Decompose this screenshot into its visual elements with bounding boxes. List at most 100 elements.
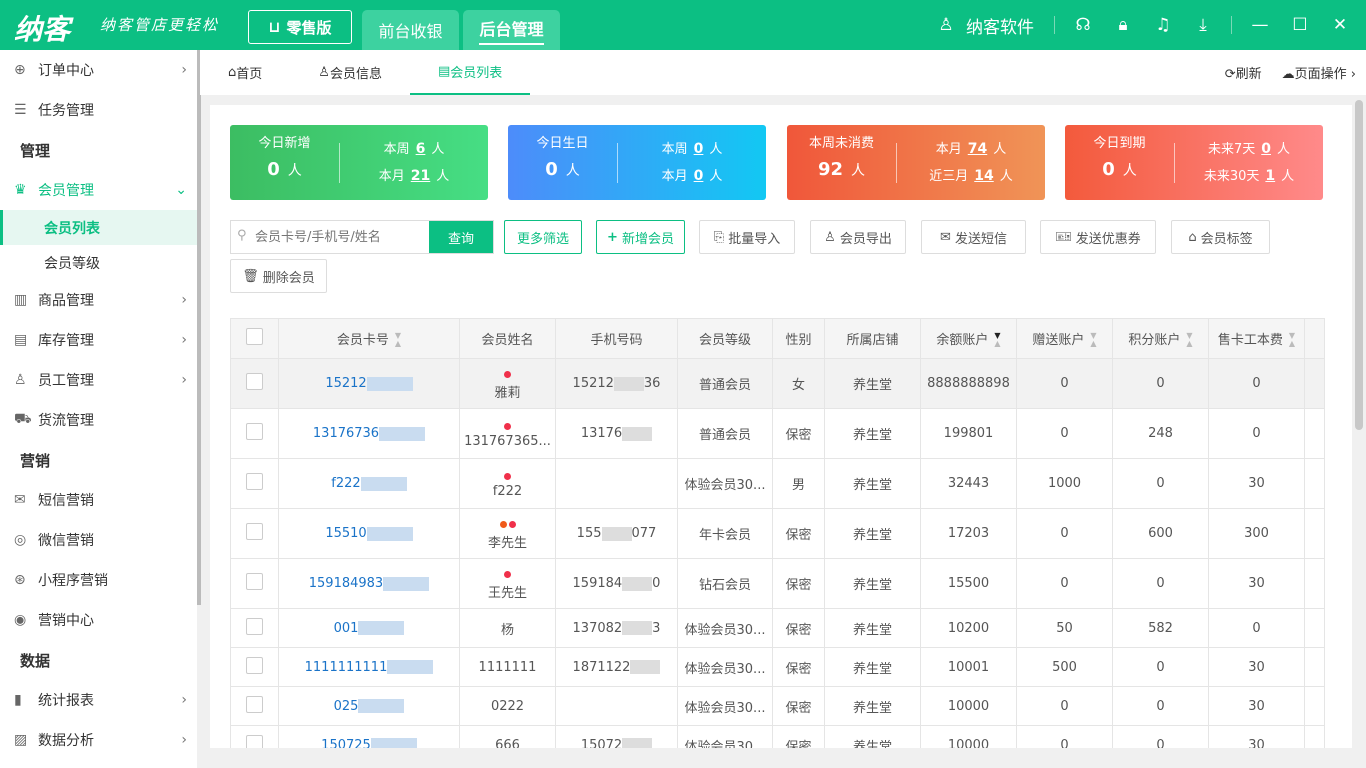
member-tag-button[interactable]: ⌂ 会员标签 [1171,220,1270,254]
scroll-thumb[interactable] [1355,100,1363,430]
sidebar-item[interactable]: ◎ 微信营销 [0,520,197,560]
stat-value[interactable]: 0 [694,141,704,157]
sidebar-item[interactable]: ▨ 数据分析 › [0,720,197,760]
sidebar-subitem[interactable]: 会员列表 [0,210,197,245]
stat-card[interactable]: 今日到期 0 人 未来7天 0 人 未来30天 1 人 [1065,125,1323,200]
table-row[interactable]: 001 杨 137082 3 体验会员30... 保密 养生堂 10200 50 … [230,608,1325,648]
tab-backend[interactable]: 后台管理 [463,10,560,50]
batch-import-button[interactable]: ⎘ 批量导入 [699,220,795,254]
page-ops-button[interactable]: ☁页面操作 › [1282,63,1356,82]
crown-icon: ♛ [14,182,27,198]
stat-value[interactable]: 21 [411,168,430,184]
export-button[interactable]: ♙ 会员导出 [810,220,906,254]
card-no-link[interactable]: f222 [331,476,360,491]
refresh-button[interactable]: ⟳刷新 [1225,63,1262,82]
stat-card[interactable]: 本周未消费 92 人 本月 74 人 近三月 14 人 [787,125,1045,200]
card-no-link[interactable]: 150725 [321,738,371,749]
select-all-checkbox[interactable] [246,328,263,345]
card-no-link[interactable]: 15212 [325,376,366,391]
tab-member-list[interactable]: ▤ 会员列表 [409,50,531,95]
row-checkbox[interactable] [246,523,263,540]
row-checkbox[interactable] [246,573,263,590]
tab-member-info[interactable]: ♙ 会员信息 [290,50,410,95]
sort-icon[interactable]: ▼ ▲ [994,332,1000,348]
sidebar-item[interactable]: ▥ 商品管理 › [0,280,197,320]
row-checkbox[interactable] [246,617,263,635]
stat-value[interactable]: 0 [1261,141,1271,157]
more-filter-button[interactable]: 更多筛选 [504,220,582,254]
download-icon[interactable]: ⤓ [1183,15,1223,35]
send-coupon-button[interactable]: 🎫︎ 发送优惠券 [1040,220,1156,254]
stat-value[interactable]: 1 [1265,168,1275,184]
card-no-link[interactable]: 15510 [325,526,366,541]
stat-card[interactable]: 今日新增 0 人 本周 6 人 本月 21 人 [230,125,488,200]
row-checkbox[interactable] [246,473,263,490]
user-icon[interactable]: ♙ [926,15,966,35]
stat-value[interactable]: 6 [416,141,426,157]
add-member-button[interactable]: + 新增会员 [596,220,685,254]
minimize-icon[interactable]: — [1240,15,1280,35]
column-header[interactable]: 积分账户 ▼ ▲ [1112,318,1209,359]
stat-value[interactable]: 14 [974,168,993,184]
card-no-link[interactable]: 001 [334,621,359,636]
table-row[interactable]: 15212 雅莉 15212 36 普通会员 女 养生堂 8888888898 0… [230,358,1325,409]
edition-button[interactable]: ⊔ 零售版 [248,10,352,44]
sort-icon[interactable]: ▼ ▲ [395,332,401,348]
sidebar-item[interactable]: ☰ 任务管理 [0,90,197,130]
maximize-icon[interactable]: ☐ [1280,15,1320,35]
column-header[interactable]: 售卡工本费 ▼ ▲ [1208,318,1305,359]
row-checkbox[interactable] [246,373,263,390]
sidebar-item[interactable]: ⛟ 货流管理 [0,400,197,440]
table-row[interactable]: 025 0222 体验会员30... 保密 养生堂 10000 0 0 30 [230,686,1325,726]
tab-home[interactable]: ⌂ 首页 [200,50,290,95]
tab-front-cashier[interactable]: 前台收银 [362,10,459,50]
row-checkbox[interactable] [246,695,263,713]
column-header[interactable]: 会员卡号 ▼ ▲ [278,318,460,359]
main-scrollbar[interactable] [1352,95,1366,768]
sidebar-item[interactable]: ▮ 统计报表 › [0,680,197,720]
bell-icon[interactable]: ♫ [1143,15,1183,35]
table-row[interactable]: 159184983 王先生 159184 0 钻石会员 保密 养生堂 15500 … [230,558,1325,609]
phone: 155 [576,526,602,541]
sidebar-item[interactable]: ✉ 短信营销 [0,480,197,520]
sidebar-item[interactable]: ⊛ 小程序营销 [0,560,197,600]
column-header[interactable]: 赠送账户 ▼ ▲ [1016,318,1113,359]
headset-icon[interactable]: ☊ [1063,15,1103,35]
card-no-link[interactable]: 1111111111 [305,660,388,675]
close-icon[interactable]: ✕ [1320,15,1360,35]
card-no-link[interactable]: 159184983 [309,576,383,591]
query-button[interactable]: 查询 [429,221,493,253]
sidebar-scrollbar[interactable] [197,50,201,605]
search-input[interactable] [231,221,429,253]
row-checkbox[interactable] [246,734,263,748]
sidebar-subitem[interactable]: 会员等级 [0,245,197,280]
table-row[interactable]: 15510 李先生 155 077 年卡会员 保密 养生堂 17203 0 600… [230,508,1325,559]
label: 删除会员 [262,270,315,286]
user-name[interactable]: 纳客软件 [966,13,1034,38]
delete-member-button[interactable]: 🗑︎ 删除会员 [230,259,327,293]
stat-card[interactable]: 今日生日 0 人 本周 0 人 本月 0 人 [508,125,766,200]
sort-icon[interactable]: ▼ ▲ [1186,332,1192,348]
sidebar-item[interactable]: ▤ 库存管理 › [0,320,197,360]
row-checkbox[interactable] [246,656,263,674]
sort-icon[interactable]: ▼ ▲ [1289,332,1295,348]
sidebar-item[interactable]: ♙ 员工管理 › [0,360,197,400]
card-no-link[interactable]: 13176736 [313,426,379,441]
stat-value[interactable]: 74 [968,141,987,157]
table-row[interactable]: 13176736 131767365... 13176 普通会员 保密 养生堂 … [230,408,1325,459]
send-sms-button[interactable]: ✉ 发送短信 [921,220,1026,254]
table-row[interactable]: f222 f222 体验会员30... 男 养生堂 32443 1000 0 3… [230,458,1325,509]
row-checkbox[interactable] [246,423,263,440]
redaction [360,476,407,491]
lock-icon[interactable]: 🔒︎ [1103,15,1143,35]
table-row[interactable]: 150725 666 15072 体验会员30... 保密 养生堂 10000 … [230,725,1325,749]
sidebar-item[interactable]: ◉ 营销中心 [0,600,197,640]
table-row[interactable]: 1111111111 1111111 1871122 体验会员30... 保密 … [230,647,1325,687]
sidebar-item[interactable]: ♛ 会员管理 ⌄ [0,170,197,210]
stat-value[interactable]: 0 [694,168,704,184]
column-header[interactable]: 余额账户 ▼ ▲ [920,318,1017,359]
sort-icon[interactable]: ▼ ▲ [1090,332,1096,348]
balance-cell: 8888888898 [920,358,1017,409]
card-no-link[interactable]: 025 [334,699,359,714]
sidebar-item[interactable]: ⊕ 订单中心 › [0,50,197,90]
